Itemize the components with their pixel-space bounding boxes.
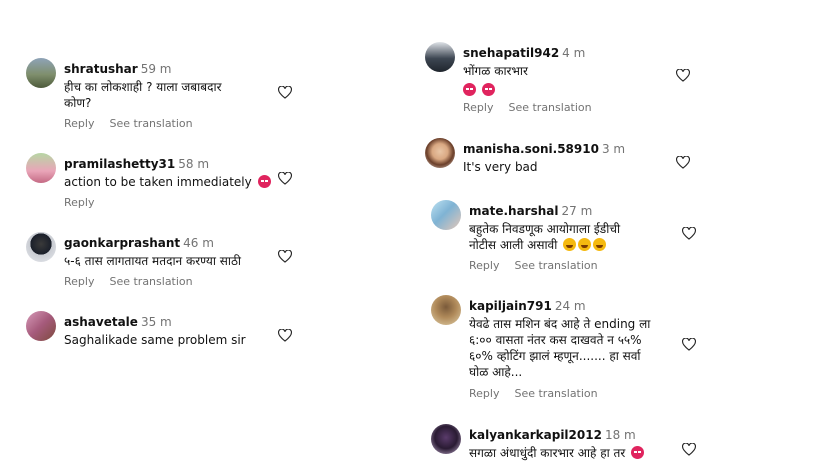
avatar[interactable] bbox=[26, 153, 56, 183]
heart-icon[interactable] bbox=[278, 172, 292, 185]
heart-icon[interactable] bbox=[682, 227, 696, 240]
comment-text: सगळा अंधाधुंदी कारभार आहे हा तर bbox=[469, 445, 709, 461]
comment-text: येवढे तास मशिन बंद आहे ते ending ला ६:००… bbox=[469, 316, 709, 380]
comment-body: gaonkarprashant 46 m ५-६ तास लागतायत मतदा… bbox=[64, 232, 304, 269]
comment-body: kalyankarkapil2012 18 m सगळा अंधाधुंदी का… bbox=[469, 424, 709, 461]
comment-body: mate.harshal 27 m बहुतेक निवडणूक आयोगाला … bbox=[469, 200, 709, 253]
timestamp: 46 m bbox=[183, 236, 214, 250]
timestamp: 58 m bbox=[178, 157, 210, 171]
timestamp: 3 m bbox=[601, 142, 626, 156]
avatar[interactable] bbox=[26, 311, 56, 341]
see-translation-button[interactable]: See translation bbox=[514, 259, 597, 272]
username[interactable]: manisha.soni.58910 bbox=[463, 142, 599, 156]
comment-actions: Reply See translation bbox=[64, 275, 304, 288]
username[interactable]: shratushar bbox=[64, 62, 138, 76]
avatar[interactable] bbox=[425, 138, 455, 168]
heart-icon[interactable] bbox=[278, 329, 292, 342]
comment-line: action to be taken immediately bbox=[64, 175, 252, 189]
comment-line: नोटीस आली असावी bbox=[469, 238, 558, 252]
username[interactable]: kalyankarkapil2012 bbox=[469, 428, 602, 442]
comment-actions: Reply bbox=[64, 196, 304, 209]
reply-button[interactable]: Reply bbox=[469, 387, 499, 400]
comment-line: Saghalikade same problem sir bbox=[64, 333, 246, 347]
comment-line: सगळा अंधाधुंदी कारभार आहे हा तर bbox=[469, 446, 626, 460]
comment-line: बहुतेक निवडणूक आयोगाला ईडीची bbox=[469, 222, 621, 236]
username[interactable]: ashavetale bbox=[64, 315, 138, 329]
comment-body: ashavetale 35 m Saghalikade same problem … bbox=[64, 311, 304, 348]
avatar[interactable] bbox=[431, 424, 461, 454]
reply-button[interactable]: Reply bbox=[64, 117, 94, 130]
reply-button[interactable]: Reply bbox=[463, 101, 493, 114]
see-translation-button[interactable]: See translation bbox=[514, 387, 597, 400]
angry-emoji-icon bbox=[631, 446, 645, 459]
comment-actions: Reply See translation bbox=[463, 101, 703, 114]
username[interactable]: kapiljain791 bbox=[469, 299, 552, 313]
timestamp: 59 m bbox=[140, 62, 172, 76]
avatar[interactable] bbox=[431, 295, 461, 325]
comment-actions: Reply See translation bbox=[469, 259, 709, 272]
see-translation-button[interactable]: See translation bbox=[508, 101, 591, 114]
comment-line: कोण? bbox=[64, 96, 92, 110]
comment-text: Saghalikade same problem sir bbox=[64, 332, 304, 348]
avatar[interactable] bbox=[431, 200, 461, 230]
comment-line: It's very bad bbox=[463, 160, 538, 174]
comment-text: बहुतेक निवडणूक आयोगाला ईडीची नोटीस आली अ… bbox=[469, 221, 709, 253]
comment-body: manisha.soni.58910 3 m It's very bad bbox=[463, 138, 703, 175]
heart-icon[interactable] bbox=[676, 156, 690, 169]
avatar[interactable] bbox=[26, 58, 56, 88]
timestamp: 24 m bbox=[554, 299, 586, 313]
comment-text: ५-६ तास लागतायत मतदान करण्या साठी bbox=[64, 253, 304, 269]
comment-line: ५-६ तास लागतायत मतदान करण्या साठी bbox=[64, 254, 242, 268]
comment-line: येवढे तास मशिन बंद आहे ते ending ला bbox=[469, 317, 651, 331]
comment-text: It's very bad bbox=[463, 159, 703, 175]
avatar[interactable] bbox=[26, 232, 56, 262]
username[interactable]: mate.harshal bbox=[469, 204, 559, 218]
heart-icon[interactable] bbox=[676, 69, 690, 82]
angry-emoji-icon bbox=[463, 83, 476, 96]
see-translation-button[interactable]: See translation bbox=[109, 117, 192, 130]
comment-actions: Reply See translation bbox=[469, 387, 709, 400]
laughing-emoji-icon bbox=[593, 238, 607, 251]
angry-emoji-icon bbox=[257, 175, 271, 188]
comment-body: shratushar 59 m हीच का लोकशाही ? याला जबा… bbox=[64, 58, 304, 111]
see-translation-button[interactable]: See translation bbox=[109, 275, 192, 288]
comment-actions: Reply See translation bbox=[64, 117, 304, 130]
comment-text: action to be taken immediately bbox=[64, 174, 304, 190]
comment-line: ६:०० वासता नंतर कस दाखवते न ५५% bbox=[469, 333, 642, 347]
timestamp: 4 m bbox=[562, 46, 586, 60]
username[interactable]: snehapatil942 bbox=[463, 46, 559, 60]
reply-button[interactable]: Reply bbox=[64, 196, 94, 209]
comment-body: pramilashetty31 58 m action to be taken i… bbox=[64, 153, 304, 190]
comment-text: भोंगळ कारभार bbox=[463, 63, 703, 98]
comment-text: हीच का लोकशाही ? याला जबाबदार कोण? bbox=[64, 79, 304, 111]
timestamp: 35 m bbox=[140, 315, 172, 329]
comment-body: snehapatil942 4 m भोंगळ कारभार bbox=[463, 42, 703, 98]
timestamp: 27 m bbox=[561, 204, 593, 218]
reply-button[interactable]: Reply bbox=[64, 275, 94, 288]
timestamp: 18 m bbox=[604, 428, 636, 442]
heart-icon[interactable] bbox=[682, 443, 696, 456]
heart-icon[interactable] bbox=[278, 86, 292, 99]
comment-line: हीच का लोकशाही ? याला जबाबदार bbox=[64, 80, 222, 94]
heart-icon[interactable] bbox=[682, 338, 696, 351]
comment-line: भोंगळ कारभार bbox=[463, 64, 528, 78]
username[interactable]: pramilashetty31 bbox=[64, 157, 175, 171]
laughing-emoji-icon bbox=[563, 238, 577, 251]
comment-line: ६०% व्होटिंग झालं म्हणून....... हा सर्वा bbox=[469, 349, 641, 363]
comment-body: kapiljain791 24 m येवढे तास मशिन बंद आहे … bbox=[469, 295, 709, 380]
angry-emoji-icon bbox=[481, 83, 495, 96]
heart-icon[interactable] bbox=[278, 250, 292, 263]
username[interactable]: gaonkarprashant bbox=[64, 236, 180, 250]
comment-line: घोळ आहे... bbox=[469, 365, 523, 379]
reply-button[interactable]: Reply bbox=[469, 259, 499, 272]
avatar[interactable] bbox=[425, 42, 455, 72]
laughing-emoji-icon bbox=[578, 238, 592, 251]
